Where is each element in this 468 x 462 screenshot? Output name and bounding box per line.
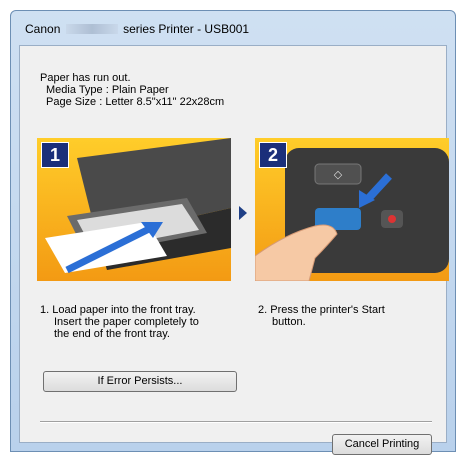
step-2-line: 2. Press the printer's Start [258,304,385,316]
title-suffix: series Printer - USB001 [123,22,250,36]
step-1-number: 1 [41,142,69,168]
message-headline: Paper has run out. [40,72,131,84]
window-title: Canon series Printer - USB001 [25,22,249,36]
step-1-illustration: 1 [37,138,231,281]
title-bar[interactable]: Canon series Printer - USB001 [11,11,455,45]
step-1-line: the end of the front tray. [54,328,170,340]
step-2-caption: 2. Press the printer's Start button. [258,304,385,328]
step-2-line: button. [272,316,306,328]
error-message: Paper has run out. Media Type : Plain Pa… [40,72,224,108]
cancel-printing-button[interactable]: Cancel Printing [332,434,432,455]
page-size-text: Page Size : Letter 8.5"x11" 22x28cm [46,96,225,108]
redacted-model-name [65,24,118,34]
media-type-text: Media Type : Plain Paper [46,84,169,96]
step-2-illustration: ◇ 2 [255,138,449,281]
dialog-content: Paper has run out. Media Type : Plain Pa… [19,45,449,455]
printer-dialog-window: Canon series Printer - USB001 Paper has … [10,10,456,455]
next-step-arrow-icon [239,206,247,220]
divider [40,421,432,423]
step-1-caption: 1. Load paper into the front tray. Inser… [40,304,199,340]
step-1-line: Insert the paper completely to [54,316,199,328]
svg-text:◇: ◇ [334,169,343,181]
if-error-persists-button[interactable]: If Error Persists... [43,371,237,392]
title-prefix: Canon [25,22,61,36]
step-1-line: 1. Load paper into the front tray. [40,304,196,316]
step-2-number: 2 [259,142,287,168]
